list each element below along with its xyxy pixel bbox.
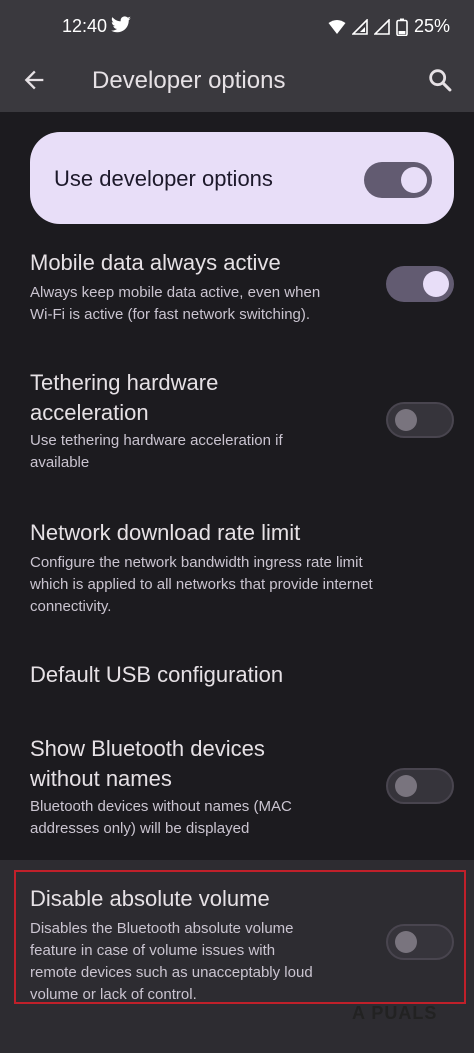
setting-summary: connectivity. <box>30 598 112 615</box>
master-toggle-label: Use developer options <box>54 166 273 191</box>
setting-title: Mobile data always active <box>30 250 281 275</box>
setting-summary: which is applied to all networks that pr… <box>30 576 373 593</box>
clock: 12:40 <box>62 16 108 36</box>
use-developer-options-card[interactable]: Use developer options <box>30 132 454 224</box>
setting-title: acceleration <box>30 400 149 425</box>
setting-summary: available <box>30 454 90 471</box>
setting-network-download-rate-limit[interactable]: Network download rate limit Configure th… <box>0 516 474 616</box>
battery-icon <box>396 18 408 36</box>
setting-default-usb-configuration[interactable]: Default USB configuration <box>0 658 474 698</box>
setting-mobile-data-always-active[interactable]: Mobile data always active Always keep mo… <box>0 246 474 336</box>
setting-title: without names <box>30 766 172 791</box>
page-title: Developer options <box>92 67 286 94</box>
setting-title: Show Bluetooth devices <box>30 736 265 761</box>
setting-summary: Always keep mobile data active, even whe… <box>30 284 321 301</box>
setting-title: Default USB configuration <box>30 662 284 687</box>
toggle-switch[interactable] <box>386 402 454 438</box>
setting-summary: addresses only) will be displayed <box>30 820 250 837</box>
toggle-switch[interactable] <box>386 266 454 302</box>
setting-title: Tethering hardware <box>30 370 219 395</box>
back-arrow-icon[interactable] <box>20 66 48 94</box>
twitter-icon <box>111 16 131 33</box>
status-bar: 12:40 25% <box>0 0 474 52</box>
system-icons: 25% <box>328 16 450 37</box>
master-toggle-switch[interactable] <box>364 162 432 198</box>
setting-summary: Wi-Fi is active (for fast network switch… <box>30 306 311 323</box>
wifi-icon <box>328 19 346 34</box>
watermark: A PUALS <box>352 1003 438 1023</box>
search-icon[interactable] <box>426 66 454 94</box>
setting-summary: Configure the network bandwidth ingress … <box>30 554 363 571</box>
battery-percent: 25% <box>413 16 450 36</box>
setting-summary: Bluetooth devices without names (MAC <box>30 798 292 815</box>
setting-title: Network download rate limit <box>30 520 301 545</box>
setting-tethering-hardware-acceleration[interactable]: Tethering hardware acceleration Use teth… <box>0 366 474 476</box>
app-bar: Developer options <box>0 52 474 112</box>
toggle-switch[interactable] <box>386 768 454 804</box>
signal-icon <box>351 18 368 35</box>
signal-icon-2 <box>373 18 390 35</box>
setting-show-bluetooth-devices-without-names[interactable]: Show Bluetooth devices without names Blu… <box>0 732 474 842</box>
highlight-box <box>14 870 466 1004</box>
setting-summary: Use tethering hardware acceleration if <box>30 432 283 449</box>
